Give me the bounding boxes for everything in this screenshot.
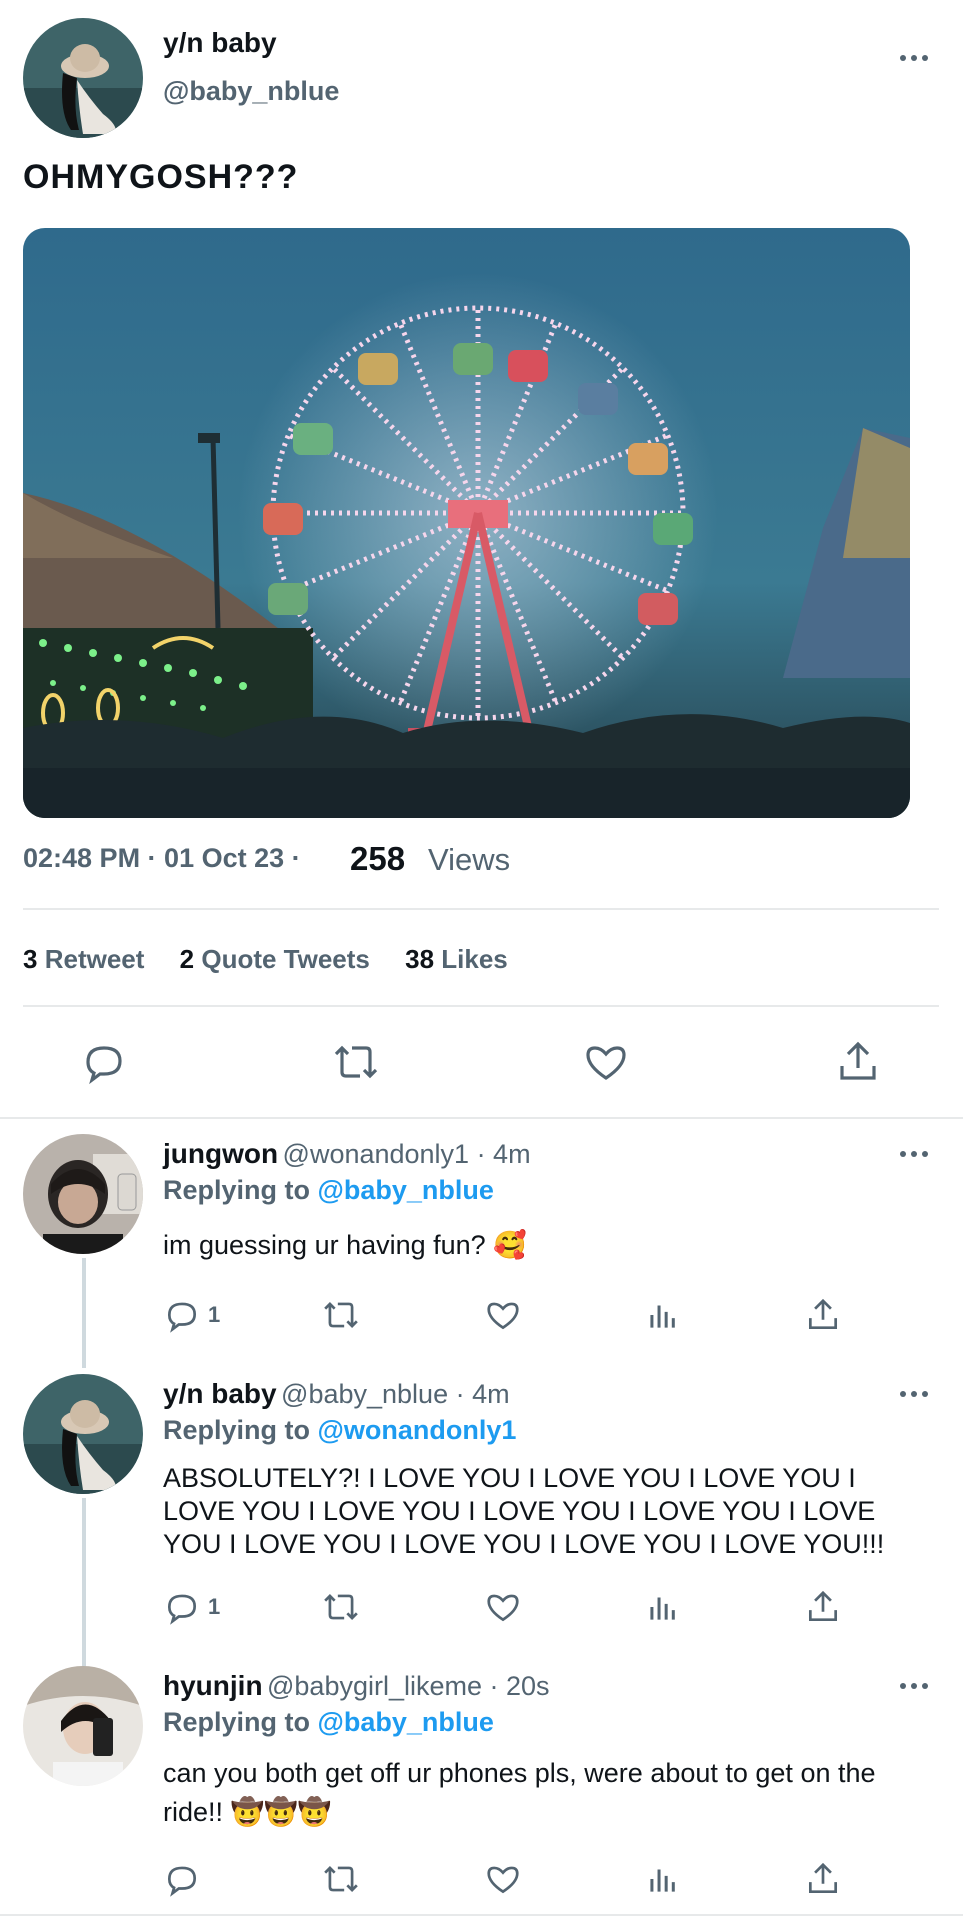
divider — [23, 1005, 939, 1007]
thread-connector — [82, 1498, 86, 1668]
retweet-count: 3 — [23, 944, 38, 974]
analytics-icon[interactable] — [644, 1296, 682, 1334]
reply-header: y/n baby @baby_nblue · 4m — [163, 1378, 510, 1410]
replying-handle-link[interactable]: @wonandonly1 — [318, 1415, 517, 1445]
reply-text: can you both get off ur phones pls, were… — [163, 1758, 876, 1827]
engagement-stats: 3 Retweet 2 Quote Tweets 38 Likes — [23, 944, 508, 975]
reply-icon[interactable] — [80, 1038, 128, 1086]
like-icon[interactable] — [582, 1038, 630, 1086]
replying-label: Replying to — [163, 1175, 310, 1205]
quote-label[interactable]: Quote Tweets — [201, 944, 370, 974]
reply-icon[interactable] — [163, 1296, 201, 1334]
reply-author-name[interactable]: y/n baby — [163, 1378, 277, 1409]
like-icon[interactable] — [484, 1588, 522, 1626]
replying-label: Replying to — [163, 1707, 310, 1737]
analytics-icon[interactable] — [644, 1860, 682, 1898]
quote-count: 2 — [179, 944, 195, 974]
replying-to: Replying to @baby_nblue — [163, 1707, 494, 1738]
replying-label: Replying to — [163, 1415, 310, 1445]
replying-to: Replying to @baby_nblue — [163, 1175, 494, 1206]
views-count: 258 — [350, 840, 406, 877]
like-icon[interactable] — [484, 1860, 522, 1898]
more-icon[interactable] — [900, 1151, 928, 1157]
likes-count: 38 — [405, 944, 435, 974]
share-icon[interactable] — [804, 1860, 842, 1898]
author-name[interactable]: y/n baby — [163, 27, 277, 59]
retweet-icon[interactable] — [320, 1296, 362, 1334]
retweet-label[interactable]: Retweet — [45, 944, 145, 974]
reply-text: ABSOLUTELY?! I LOVE YOU I LOVE YOU I LOV… — [163, 1463, 885, 1559]
replying-handle-link[interactable]: @baby_nblue — [318, 1175, 494, 1205]
thread-connector — [82, 1258, 86, 1368]
reply-icon[interactable] — [163, 1588, 201, 1626]
reply-author-name[interactable]: jungwon — [163, 1138, 278, 1169]
reply-meta: @baby_nblue · 4m — [281, 1379, 510, 1409]
author-handle[interactable]: @baby_nblue — [163, 76, 339, 107]
replying-to: Replying to @wonandonly1 — [163, 1415, 516, 1446]
share-icon[interactable] — [804, 1588, 842, 1626]
tweet-timestamp: 02:48 PM · 01 Oct 23 · — [23, 843, 301, 873]
reply-text: im guessing ur having fun? 🥰 — [163, 1230, 527, 1260]
retweet-icon[interactable] — [320, 1860, 362, 1898]
reply-avatar[interactable] — [23, 1374, 143, 1494]
divider — [23, 908, 939, 910]
reply-author-name[interactable]: hyunjin — [163, 1670, 263, 1701]
views-label: Views — [428, 842, 511, 877]
reply-icon[interactable] — [163, 1860, 201, 1898]
share-icon[interactable] — [804, 1296, 842, 1334]
reply-meta: @babygirl_likeme · 20s — [267, 1671, 550, 1701]
divider — [0, 1914, 963, 1916]
reply-avatar[interactable] — [23, 1134, 143, 1254]
tweet-photo[interactable] — [23, 228, 910, 818]
divider — [0, 1117, 963, 1119]
more-icon[interactable] — [900, 1683, 928, 1689]
tweet-text: OHMYGOSH??? — [23, 158, 299, 196]
more-icon[interactable] — [900, 55, 928, 61]
reply-count: 1 — [208, 1302, 221, 1327]
likes-label[interactable]: Likes — [441, 944, 508, 974]
reply-header: hyunjin @babygirl_likeme · 20s — [163, 1670, 550, 1702]
analytics-icon[interactable] — [644, 1588, 682, 1626]
like-icon[interactable] — [484, 1296, 522, 1334]
author-avatar[interactable] — [23, 18, 143, 138]
reply-avatar[interactable] — [23, 1666, 143, 1786]
more-icon[interactable] — [900, 1391, 928, 1397]
reply-header: jungwon @wonandonly1 · 4m — [163, 1138, 531, 1170]
replying-handle-link[interactable]: @baby_nblue — [318, 1707, 494, 1737]
reply-meta: @wonandonly1 · 4m — [282, 1139, 531, 1169]
reply-count: 1 — [208, 1594, 221, 1619]
retweet-icon[interactable] — [320, 1588, 362, 1626]
share-icon[interactable] — [834, 1038, 882, 1086]
retweet-icon[interactable] — [330, 1038, 382, 1086]
